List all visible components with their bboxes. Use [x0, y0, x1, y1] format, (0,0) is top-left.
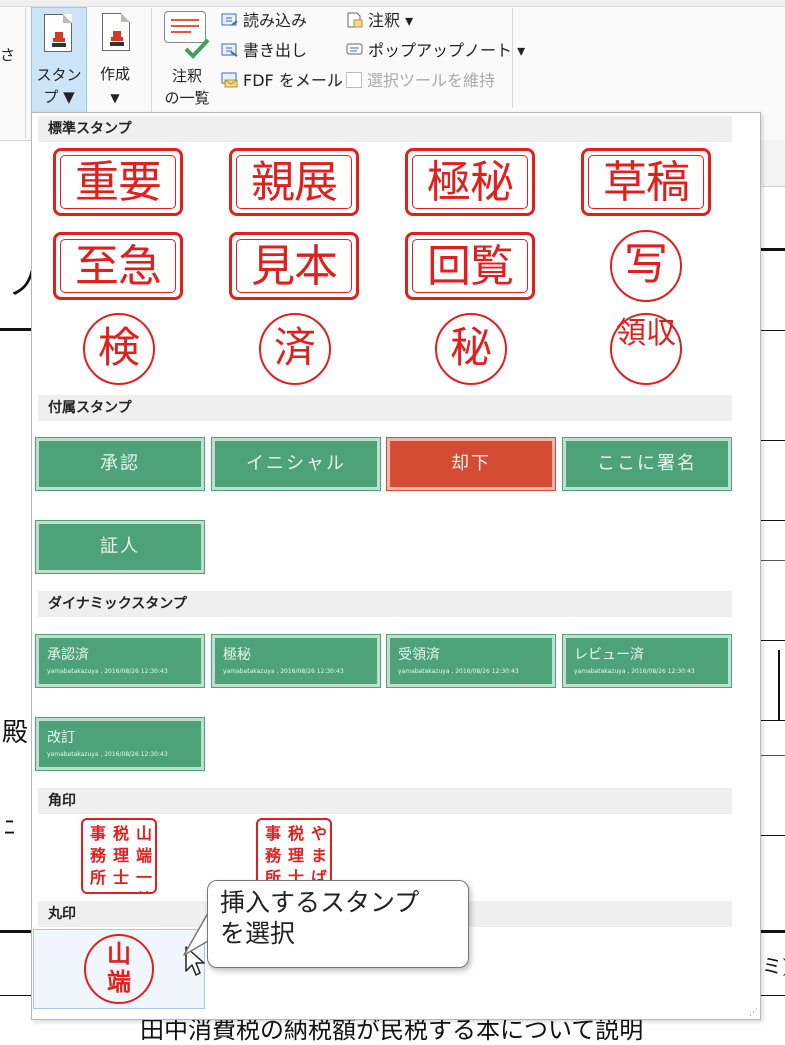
section-standard-stamps: 標準スタンプ	[38, 116, 732, 142]
import-button[interactable]: 読み込み	[221, 10, 307, 32]
dynamic-stamp-received[interactable]: 受領済 yamabatakazuya , 2016/08/26 12:30:43	[386, 634, 556, 688]
dynamic-stamp-subtext: yamabatakazuya , 2016/08/26 12:30:43	[223, 668, 344, 675]
ribbon-left-fragment: さ	[0, 46, 16, 64]
doc-rule	[760, 755, 785, 756]
doc-char: ﾆ	[4, 816, 16, 841]
dynamic-stamp-title: 受領済	[398, 647, 440, 663]
popup-note-label: ポップアップノート ▾	[368, 41, 526, 60]
stamp-kairan[interactable]: 回覧	[405, 232, 535, 300]
doc-rule	[760, 930, 785, 933]
fdf-email-button[interactable]: FDF をメール	[221, 70, 343, 92]
seal-column: 山端一鉄	[135, 824, 152, 892]
keep-tool-checkbox[interactable]: 選択ツールを維持	[346, 70, 495, 92]
check-icon	[184, 38, 210, 59]
round-seal-char: 端	[107, 967, 131, 996]
dynamic-stamp-subtext: yamabatakazuya , 2016/08/26 12:30:43	[574, 668, 695, 675]
stamp-shikyu[interactable]: 至急	[53, 232, 183, 300]
dynamic-stamp-title: 改訂	[47, 730, 75, 746]
stamp-shonin-witness[interactable]: 証人	[35, 520, 205, 574]
stamp-sign-here[interactable]: ここに署名	[562, 437, 732, 491]
stamp-ken[interactable]: 検	[83, 313, 155, 385]
dynamic-stamp-title: 極秘	[223, 647, 251, 663]
doc-rule	[760, 560, 785, 561]
annotation-label: 注釈 ▾	[368, 11, 414, 30]
stamp-soko[interactable]: 草稿	[581, 148, 711, 216]
import-label: 読み込み	[243, 11, 308, 30]
callout-join	[210, 918, 218, 940]
checkbox-icon	[346, 72, 362, 88]
chevron-down-icon: ▼	[110, 91, 120, 105]
create-button-label: 作成	[99, 65, 130, 83]
export-icon	[221, 43, 238, 57]
annotation-dropdown[interactable]: 注釈 ▾	[346, 10, 413, 32]
dynamic-stamp-revised[interactable]: 改訂 yamabatakazuya , 2016/08/26 12:30:43	[35, 717, 205, 771]
section-square-seals: 角印	[38, 788, 732, 814]
dynamic-stamp-title: レビュー済	[574, 647, 644, 663]
callout-tooltip: 挿入するスタンプ を選択	[207, 880, 469, 968]
popup-note-icon	[346, 43, 363, 55]
doc-rule	[778, 650, 780, 720]
annotation-icon	[347, 12, 363, 28]
doc-rule	[760, 640, 785, 641]
keep-tool-label: 選択ツールを維持	[367, 71, 496, 90]
seal-column: 税理士	[112, 824, 129, 887]
popup-note-dropdown[interactable]: ポップアップノート ▾	[346, 40, 525, 62]
ribbon-separator	[512, 8, 513, 108]
email-icon	[221, 72, 238, 88]
doc-rule	[760, 330, 785, 331]
doc-rule	[760, 720, 785, 721]
doc-char: 殿	[2, 718, 29, 748]
stamp-initial[interactable]: イニシャル	[211, 437, 381, 491]
section-bundled-stamps: 付属スタンプ	[38, 395, 732, 421]
stamp-icon	[44, 14, 72, 52]
ribbon-separator	[25, 8, 26, 138]
create-stamp-icon	[102, 13, 130, 51]
dynamic-stamp-subtext: yamabatakazuya , 2016/08/26 12:30:43	[47, 668, 168, 675]
doc-rule	[760, 440, 785, 441]
stamp-sumi[interactable]: 済	[259, 313, 331, 385]
doc-rule	[760, 835, 785, 836]
stamp-ryoshu[interactable]: 領収	[610, 313, 682, 385]
comment-list-label: 注釈	[171, 67, 202, 85]
export-button[interactable]: 書き出し	[221, 40, 307, 62]
dynamic-stamp-approved[interactable]: 承認済 yamabatakazuya , 2016/08/26 12:30:43	[35, 634, 205, 688]
round-seal-char: 山	[107, 939, 131, 968]
callout-line-2: を選択	[220, 919, 296, 948]
stamp-hi[interactable]: 秘	[435, 313, 507, 385]
resize-grip-icon[interactable]: ⋰	[749, 1008, 758, 1018]
fdf-email-label: FDF をメール	[243, 71, 343, 90]
import-icon	[221, 13, 238, 26]
section-dynamic-stamps: ダイナミックスタンプ	[38, 591, 732, 617]
export-label: 書き出し	[243, 41, 308, 60]
dynamic-stamp-subtext: yamabatakazuya , 2016/08/26 12:30:43	[47, 751, 168, 758]
doc-char: ミ)	[762, 954, 785, 978]
doc-rule	[760, 248, 785, 251]
ribbon-top-strip	[0, 0, 785, 7]
comment-list-label-2: の一覧	[164, 89, 210, 107]
square-seal-1[interactable]: 山端一鉄 税理士 事務所	[81, 818, 157, 894]
create-button[interactable]: 作成 ▼	[88, 7, 142, 111]
doc-rule	[760, 520, 785, 521]
stamp-button-label: スタン	[36, 66, 82, 84]
callout-line-1: 挿入するスタンプ	[220, 888, 420, 917]
stamp-button[interactable]: スタン プ ▼	[31, 7, 87, 113]
seal-column: 事務所	[89, 824, 106, 887]
stamp-mihon[interactable]: 見本	[229, 232, 359, 300]
dynamic-stamp-title: 承認済	[47, 647, 89, 663]
dynamic-stamp-subtext: yamabatakazuya , 2016/08/26 12:30:43	[398, 668, 519, 675]
stamp-kyakka[interactable]: 却下	[386, 437, 556, 491]
stamp-gokuhi[interactable]: 極秘	[405, 148, 535, 216]
comment-list-button[interactable]: 注釈 の一覧	[158, 7, 216, 111]
stamp-button-label-2: プ ▼	[43, 88, 75, 106]
round-seal-yamabata[interactable]: 山 端	[84, 934, 154, 1004]
stamp-shonin[interactable]: 承認	[35, 437, 205, 491]
doc-rule	[0, 930, 31, 933]
stamp-utsushi[interactable]: 写	[610, 230, 682, 302]
stamp-shinten[interactable]: 親展	[229, 148, 359, 216]
dynamic-stamp-confidential[interactable]: 極秘 yamabatakazuya , 2016/08/26 12:30:43	[211, 634, 381, 688]
toolbar-strip	[759, 140, 785, 187]
dynamic-stamp-reviewed[interactable]: レビュー済 yamabatakazuya , 2016/08/26 12:30:…	[562, 634, 732, 688]
stamp-juyo[interactable]: 重要	[53, 148, 183, 216]
